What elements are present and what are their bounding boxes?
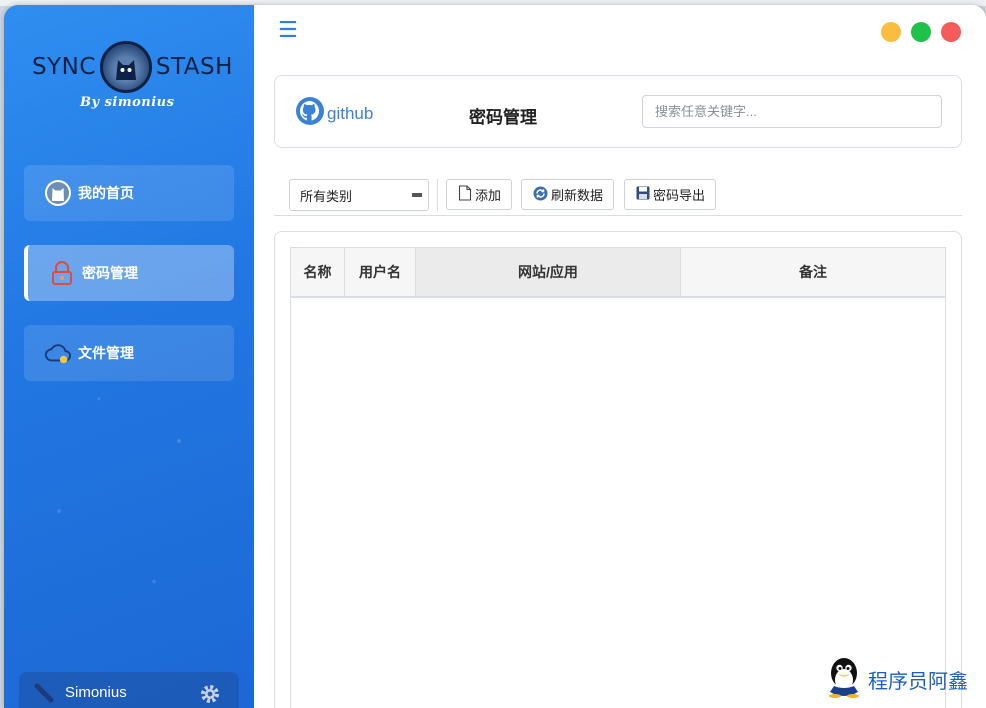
user-panel: Simonius [19, 672, 239, 708]
watermark: 程序员阿鑫 [824, 656, 968, 703]
sidebar-item-label: 文件管理 [78, 345, 134, 361]
logo-word-right: STASH [155, 54, 233, 80]
main-content: ☰ github 密码管理 所有类别 [254, 5, 986, 708]
password-table: 名称 用户名 网站/应用 备注 [290, 247, 946, 708]
lock-icon [48, 259, 76, 287]
sidebar-item-home[interactable]: 我的首页 [24, 165, 234, 221]
dropdown-arrow-icon [412, 193, 422, 197]
app-logo: SYNC STASH By simonius [4, 41, 254, 121]
brand-label: github [327, 103, 374, 123]
header-card: github 密码管理 [274, 75, 962, 148]
category-select-value: 所有类别 [300, 188, 353, 204]
sidebar-item-label: 我的首页 [78, 185, 134, 201]
add-button[interactable]: 添加 [446, 179, 513, 210]
refresh-icon [533, 186, 548, 204]
sidebar-item-label: 密码管理 [82, 265, 138, 281]
logo-tagline: By simonius [80, 95, 175, 110]
sidebar-item-passwords[interactable]: 密码管理 [24, 245, 234, 301]
save-icon [636, 186, 650, 203]
watermark-text: 程序员阿鑫 [868, 669, 968, 693]
toolbar: 所有类别 添加 刷新数据 密码导出 [274, 175, 962, 216]
category-select[interactable]: 所有类别 [289, 179, 429, 211]
toolbar-divider [437, 179, 438, 211]
minimize-button[interactable] [881, 22, 901, 42]
brand[interactable]: github [295, 96, 373, 131]
search-input[interactable] [642, 95, 942, 128]
user-name: Simonius [65, 683, 127, 701]
github-icon [44, 179, 72, 207]
file-icon [458, 185, 472, 204]
app-window: SYNC STASH By simonius 我的首页 密码管理 文件管理 Si… [4, 5, 986, 708]
column-header-website[interactable]: 网站/应用 [416, 248, 681, 296]
add-button-label: 添加 [475, 188, 502, 203]
gear-icon[interactable] [199, 683, 221, 705]
export-button[interactable]: 密码导出 [624, 179, 717, 210]
github-icon [295, 96, 325, 131]
close-button[interactable] [941, 22, 961, 42]
column-header-name[interactable]: 名称 [291, 248, 345, 296]
table-header: 名称 用户名 网站/应用 备注 [291, 248, 945, 298]
sidebar-item-files[interactable]: 文件管理 [24, 325, 234, 381]
cloud-icon [44, 339, 72, 367]
column-header-notes[interactable]: 备注 [681, 248, 945, 296]
cat-logo-icon [99, 41, 152, 93]
maximize-button[interactable] [911, 22, 931, 42]
column-header-username[interactable]: 用户名 [345, 248, 416, 296]
avatar[interactable] [33, 680, 57, 704]
page-title: 密码管理 [469, 108, 537, 127]
refresh-button[interactable]: 刷新数据 [521, 179, 615, 210]
penguin-icon [824, 656, 864, 703]
password-table-card: 名称 用户名 网站/应用 备注 [274, 231, 962, 708]
menu-toggle-icon[interactable]: ☰ [278, 17, 298, 43]
export-button-label: 密码导出 [653, 188, 706, 203]
logo-word-left: SYNC [32, 54, 96, 80]
sidebar: SYNC STASH By simonius 我的首页 密码管理 文件管理 Si… [4, 5, 254, 708]
refresh-button-label: 刷新数据 [551, 188, 604, 203]
